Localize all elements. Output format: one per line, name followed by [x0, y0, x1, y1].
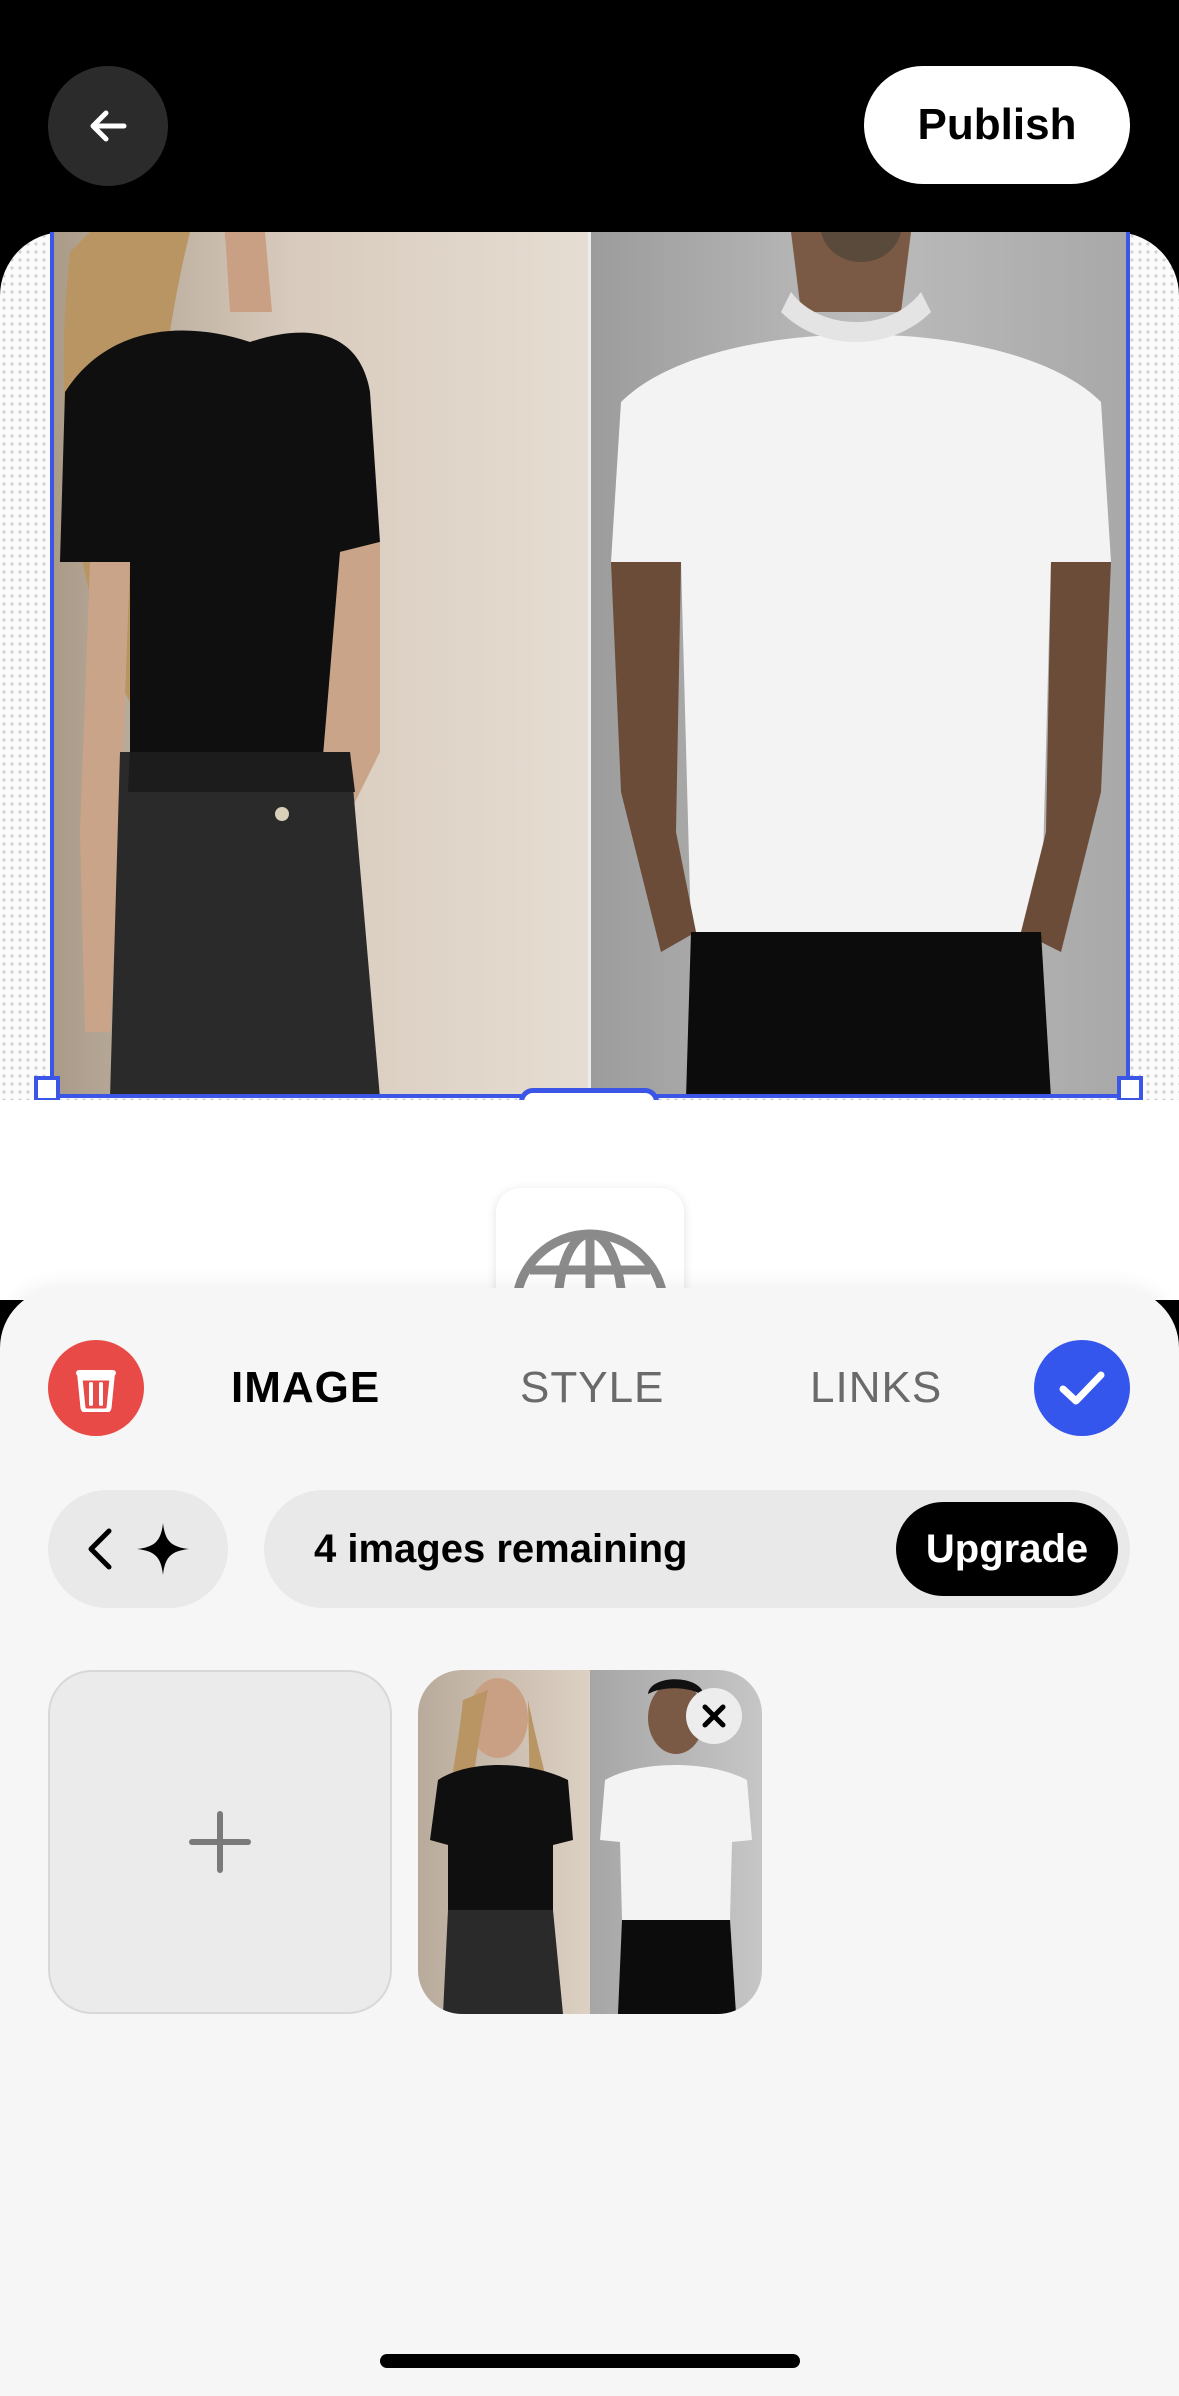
- resize-handle-bottom-left[interactable]: [34, 1076, 60, 1102]
- publish-button[interactable]: Publish: [864, 66, 1130, 184]
- resize-handle-bottom-right[interactable]: [1117, 1076, 1143, 1102]
- ai-navigation-pill[interactable]: [48, 1490, 228, 1608]
- images-remaining-text: 4 images remaining: [314, 1527, 688, 1571]
- remove-image-button[interactable]: [686, 1688, 742, 1744]
- confirm-button[interactable]: [1034, 1340, 1130, 1436]
- photo-woman-black-tshirt: [50, 232, 588, 1098]
- tab-image[interactable]: IMAGE: [231, 1358, 380, 1418]
- images-remaining-pill: 4 images remaining Upgrade: [264, 1490, 1130, 1608]
- upgrade-button[interactable]: Upgrade: [896, 1502, 1118, 1596]
- checkmark-icon: [1059, 1371, 1105, 1405]
- selected-image[interactable]: [50, 232, 1130, 1098]
- delete-button[interactable]: [48, 1340, 144, 1436]
- trash-icon: [76, 1370, 116, 1412]
- add-image-button[interactable]: [48, 1670, 392, 2014]
- home-indicator: [380, 2354, 800, 2368]
- tab-links[interactable]: LINKS: [810, 1358, 942, 1418]
- back-button[interactable]: [48, 66, 168, 186]
- sparkle-icon: [136, 1523, 189, 1575]
- close-icon: [702, 1704, 726, 1728]
- thumbnail-woman: [418, 1670, 590, 2014]
- tab-style[interactable]: STYLE: [520, 1358, 664, 1418]
- photo-man-white-tshirt: [588, 232, 1130, 1098]
- chevron-left-icon: [88, 1528, 112, 1570]
- arrow-left-icon: [90, 110, 127, 142]
- plus-icon: [189, 1811, 251, 1873]
